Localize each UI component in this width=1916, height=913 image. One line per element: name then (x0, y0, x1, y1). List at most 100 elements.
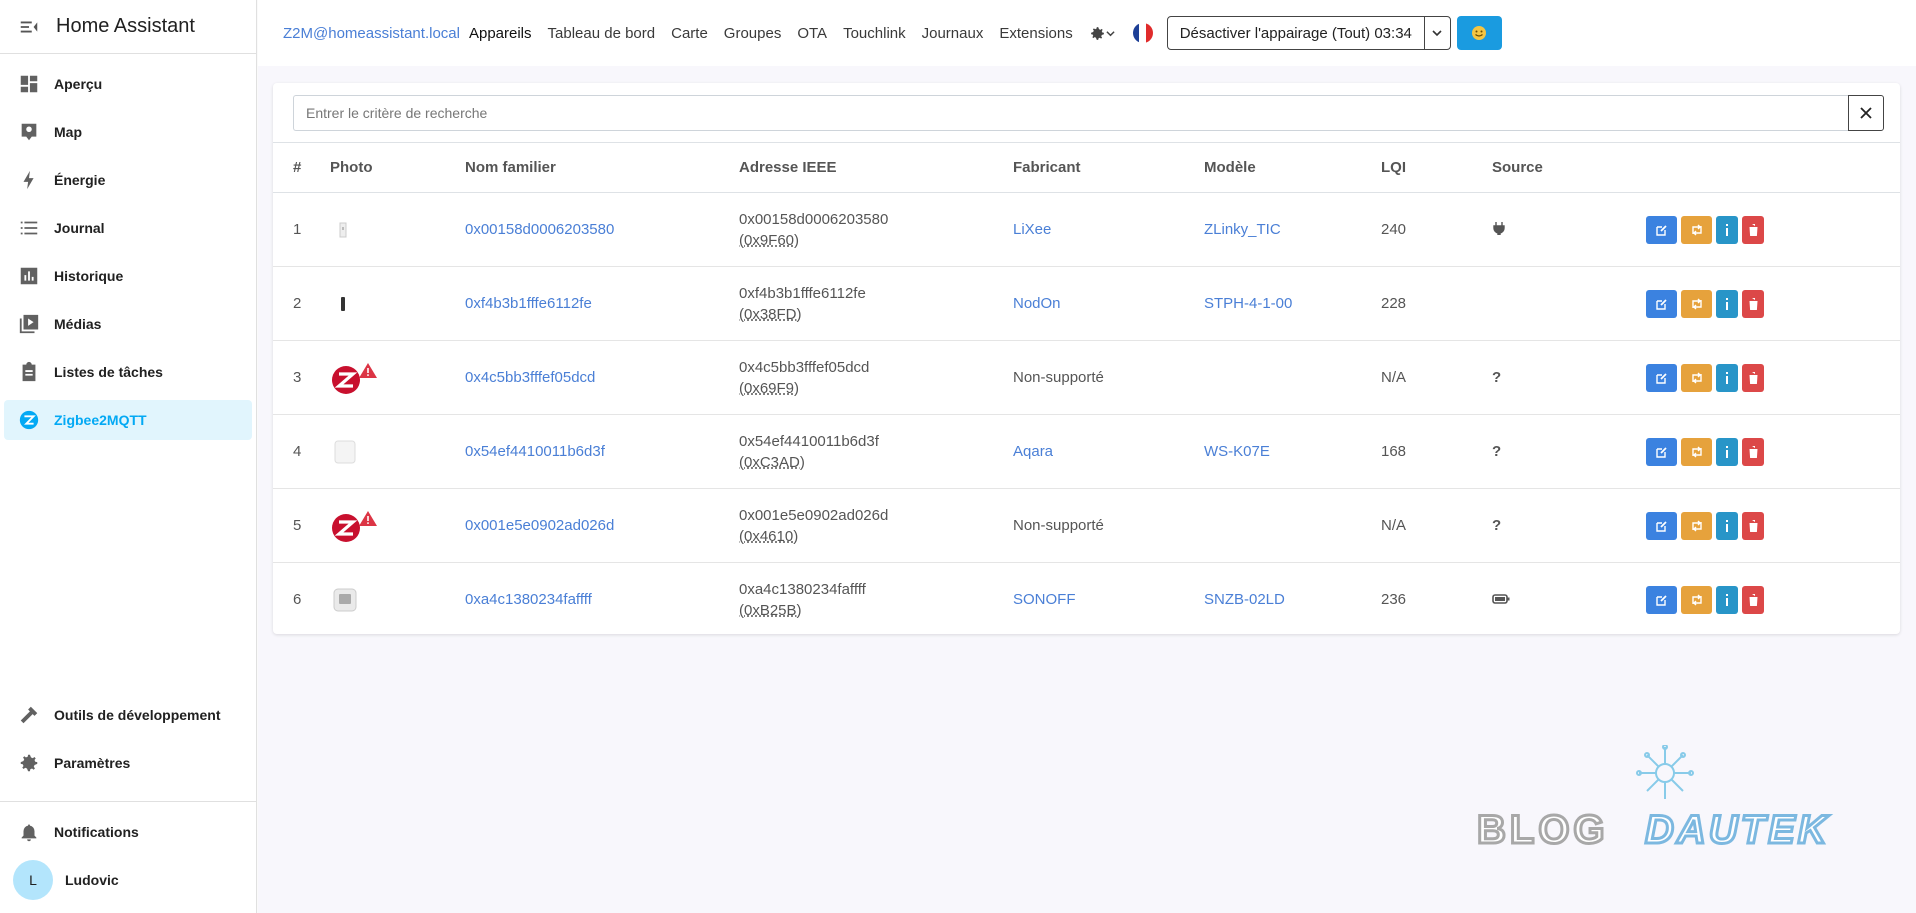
header-lqi[interactable]: LQI (1381, 142, 1492, 193)
model-link[interactable]: STPH-4-1-00 (1204, 295, 1292, 312)
delete-button[interactable] (1742, 437, 1764, 466)
edit-button[interactable] (1646, 511, 1677, 540)
header-photo[interactable]: Photo (330, 142, 465, 193)
row-actions (1646, 585, 1900, 614)
device-name-link[interactable]: 0xa4c1380234faffff (465, 591, 592, 608)
model-link[interactable]: SNZB-02LD (1204, 591, 1285, 608)
hammer-icon (20, 706, 38, 724)
info-button[interactable] (1716, 437, 1738, 466)
edit-button[interactable] (1646, 289, 1677, 318)
reconfigure-button[interactable] (1681, 363, 1712, 392)
sidebar-item-label: Journal (54, 220, 105, 236)
network-address: (0x4610) (739, 527, 799, 545)
model-link[interactable]: ZLinky_TIC (1204, 221, 1281, 238)
device-photo[interactable] (330, 585, 465, 615)
reconfigure-button[interactable] (1681, 289, 1712, 318)
sidebar-item-map[interactable]: Map (4, 112, 252, 152)
delete-button[interactable] (1742, 289, 1764, 318)
vendor-link[interactable]: Aqara (1013, 443, 1053, 460)
reconfigure-button[interactable] (1681, 511, 1712, 540)
device-photo[interactable] (330, 217, 465, 243)
device-name-link[interactable]: 0x54ef4410011b6d3f (465, 443, 605, 460)
sidebar-item-dev-tools[interactable]: Outils de développement (4, 695, 253, 735)
settings-menu[interactable] (1089, 25, 1115, 42)
edit-button[interactable] (1646, 363, 1677, 392)
sidebar-item-zigbee2mqtt[interactable]: Zigbee2MQTT (4, 400, 252, 440)
vendor-link[interactable]: LiXee (1013, 221, 1051, 238)
delete-button[interactable] (1742, 511, 1764, 540)
edit-button[interactable] (1646, 215, 1677, 244)
search-input[interactable] (293, 95, 1848, 131)
nav-groupes[interactable]: Groupes (724, 25, 782, 42)
sidebar-item-notifications[interactable]: Notifications (4, 812, 253, 852)
device-photo[interactable] (330, 291, 465, 317)
table-row: 5 0x001e5e0902ad026d 0x001e5e0902ad026d (… (273, 488, 1900, 563)
sidebar-item-user[interactable]: L Ludovic (4, 860, 253, 900)
vendor-link[interactable]: NodOn (1013, 295, 1061, 312)
header-friendly-name[interactable]: Nom familier (465, 142, 739, 193)
header-vendor[interactable]: Fabricant (1013, 142, 1204, 193)
permit-join-dropdown[interactable] (1423, 17, 1450, 49)
nav-ota[interactable]: OTA (797, 25, 827, 42)
device-name-link[interactable]: 0x00158d0006203580 (465, 221, 614, 238)
header-num[interactable]: # (273, 142, 330, 193)
info-button[interactable] (1716, 363, 1738, 392)
delete-button[interactable] (1742, 363, 1764, 392)
edit-button[interactable] (1646, 437, 1677, 466)
reconfigure-button[interactable] (1681, 215, 1712, 244)
clear-search-button[interactable] (1848, 95, 1884, 131)
header-ieee[interactable]: Adresse IEEE (739, 142, 1013, 193)
menu-collapse-icon[interactable] (18, 16, 40, 38)
snowflake-circuit-icon (1636, 745, 1694, 799)
info-button[interactable] (1716, 511, 1738, 540)
header-model[interactable]: Modèle (1204, 142, 1381, 193)
device-photo[interactable] (330, 509, 465, 543)
sidebar-item-medias[interactable]: Médias (4, 304, 252, 344)
network-address: (0xB25B) (739, 601, 802, 619)
sidebar-item-energie[interactable]: Énergie (4, 160, 252, 200)
ieee-address: 0x54ef4410011b6d3f (739, 432, 879, 450)
zigbee-unsupported-icon (332, 362, 377, 394)
sidebar-item-apercu[interactable]: Aperçu (4, 64, 252, 104)
delete-button[interactable] (1742, 585, 1764, 614)
row-actions (1646, 215, 1900, 244)
edit-button[interactable] (1646, 585, 1677, 614)
user-name: Ludovic (65, 872, 119, 888)
sidebar-item-historique[interactable]: Historique (4, 256, 252, 296)
info-button[interactable] (1716, 215, 1738, 244)
nav-touchlink[interactable]: Touchlink (843, 25, 906, 42)
model-link[interactable]: WS-K07E (1204, 443, 1270, 460)
permit-join-button[interactable]: Désactiver l'appairage (Tout) 03:34 (1166, 16, 1451, 50)
device-photo[interactable] (330, 437, 465, 467)
sidebar-bottom-tools: Outils de développement Paramètres (0, 695, 257, 791)
z2m-brand-link[interactable]: Z2M@homeassistant.local (283, 25, 460, 42)
header-source[interactable]: Source (1492, 142, 1646, 193)
device-name-link[interactable]: 0x4c5bb3fffef05dcd (465, 369, 595, 386)
nav-journaux[interactable]: Journaux (922, 25, 984, 42)
nav-appareils[interactable]: Appareils (469, 25, 532, 42)
sidebar-item-settings[interactable]: Paramètres (4, 743, 253, 783)
nav-tableau-de-bord[interactable]: Tableau de bord (548, 25, 656, 42)
reconfigure-button[interactable] (1681, 437, 1712, 466)
info-button[interactable] (1716, 289, 1738, 318)
language-flag-icon[interactable] (1132, 23, 1153, 43)
sidebar-item-listes[interactable]: Listes de tâches (4, 352, 252, 392)
device-name-link[interactable]: 0xf4b3b1fffe6112fe (465, 295, 592, 312)
table-row: 2 0xf4b3b1fffe6112fe 0xf4b3b1fffe6112fe (… (273, 266, 1900, 341)
donate-button[interactable] (1456, 16, 1502, 50)
sidebar-item-journal[interactable]: Journal (4, 208, 252, 248)
ieee-address: 0x00158d0006203580 (739, 210, 889, 228)
device-photo[interactable] (330, 361, 465, 395)
vendor-link[interactable]: SONOFF (1013, 591, 1076, 608)
network-address: (0x9F60) (739, 231, 800, 249)
device-image-icon (339, 222, 347, 237)
ieee-address: 0xf4b3b1fffe6112fe (739, 284, 866, 302)
nav-carte[interactable]: Carte (671, 25, 708, 42)
map-icon (21, 123, 37, 141)
row-num: 4 (273, 414, 330, 489)
nav-extensions[interactable]: Extensions (999, 25, 1072, 42)
device-name-link[interactable]: 0x001e5e0902ad026d (465, 517, 614, 534)
delete-button[interactable] (1742, 215, 1764, 244)
info-button[interactable] (1716, 585, 1738, 614)
reconfigure-button[interactable] (1681, 585, 1712, 614)
